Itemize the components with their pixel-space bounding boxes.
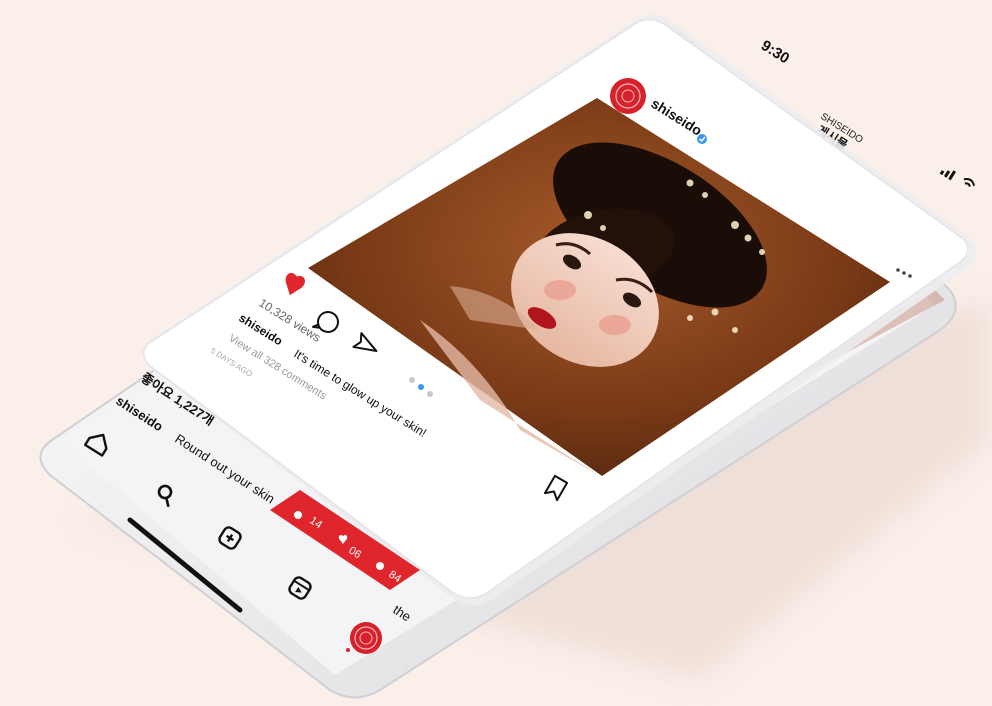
carousel-dot-3 <box>427 391 433 397</box>
verified-badge-icon <box>697 134 707 144</box>
badge-comment-icon <box>376 562 384 570</box>
follower-icon <box>294 511 302 519</box>
wifi-icon <box>963 178 976 187</box>
post-avatar[interactable] <box>610 78 646 114</box>
carousel-dot-2 <box>418 384 424 390</box>
mockup-stage: 9:30 SHISEIDO 게시물 좋아요 1,227개 shiseido Ro… <box>39 14 990 699</box>
signal-bars-icon <box>939 170 957 181</box>
status-time: 9:30 <box>758 37 792 67</box>
carousel-dot-1 <box>409 377 415 383</box>
